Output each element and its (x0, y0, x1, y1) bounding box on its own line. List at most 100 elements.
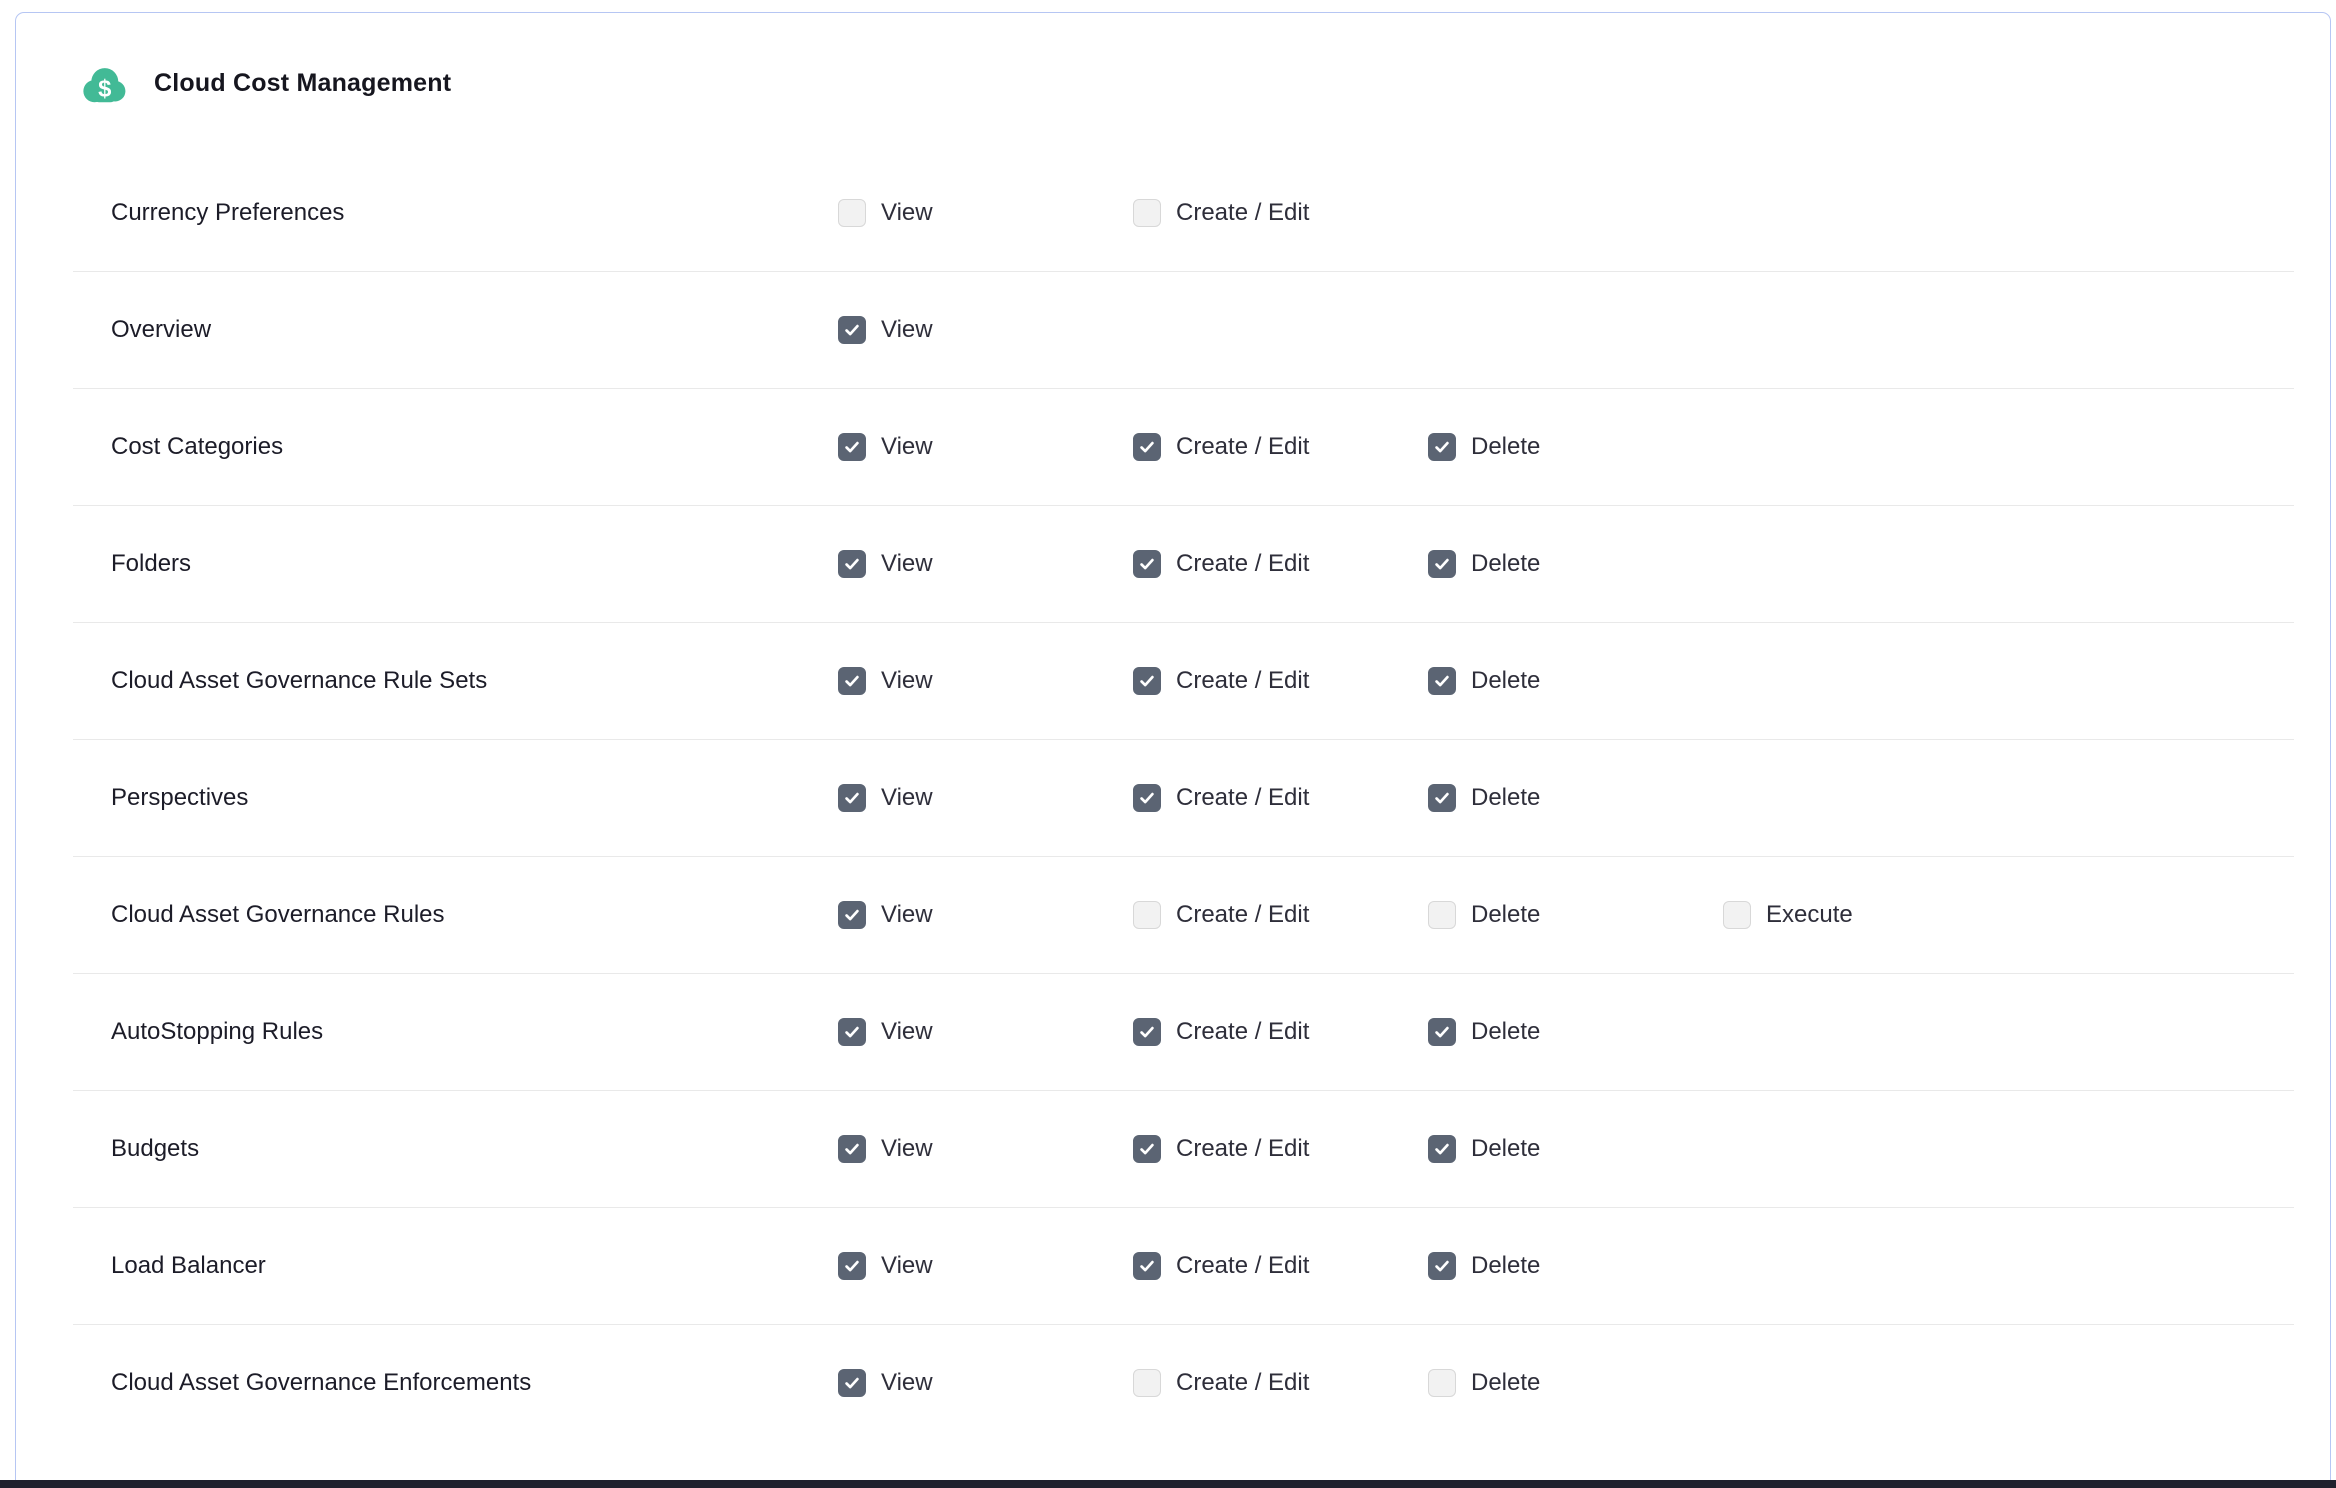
view-checkbox[interactable] (838, 550, 866, 578)
permission-row: AutoStopping Rules View Create / Edit Delet… (73, 973, 2294, 1090)
permission-row: Folders View Create / Edit Delete (73, 505, 2294, 622)
create-edit-checkbox[interactable] (1133, 1252, 1161, 1280)
delete-checkbox[interactable] (1428, 433, 1456, 461)
view-checkbox[interactable] (838, 316, 866, 344)
view-checkbox[interactable] (838, 1135, 866, 1163)
view-checkbox[interactable] (838, 199, 866, 227)
delete-checkbox[interactable] (1428, 550, 1456, 578)
permission-cell: View (838, 1252, 1133, 1280)
permission-label: Delete (1471, 1252, 1540, 1280)
permission-label: View (881, 550, 933, 578)
permission-row: Cloud Asset Governance RulesViewCreate /… (73, 856, 2294, 973)
permissions-list: Currency PreferencesViewCreate / EditOve… (73, 154, 2294, 1441)
permission-cell: View (838, 1135, 1133, 1163)
permission-cell: View (838, 433, 1133, 461)
permission-label: Create / Edit (1176, 1252, 1309, 1280)
resource-label: AutoStopping Rules (73, 1018, 838, 1046)
view-checkbox[interactable] (838, 1252, 866, 1280)
permission-row: Overview View (73, 271, 2294, 388)
permission-label: View (881, 1135, 933, 1163)
permission-row: Budgets View Create / Edit Delete (73, 1090, 2294, 1207)
resource-label: Cloud Asset Governance Rule Sets (73, 667, 838, 695)
resource-label: Cloud Asset Governance Enforcements (73, 1369, 838, 1397)
resource-label: Folders (73, 550, 838, 578)
permission-label: Delete (1471, 433, 1540, 461)
resource-label: Overview (73, 316, 838, 344)
view-checkbox[interactable] (838, 1018, 866, 1046)
panel-title: Cloud Cost Management (154, 69, 451, 98)
create-edit-checkbox[interactable] (1133, 199, 1161, 227)
dollar-glyph: $ (98, 75, 111, 102)
permission-label: View (881, 901, 933, 929)
cloud-cost-management-permissions-panel: $ Cloud Cost Management Currency Prefere… (15, 12, 2331, 1488)
create-edit-checkbox[interactable] (1133, 784, 1161, 812)
permission-label: View (881, 199, 933, 227)
create-edit-checkbox[interactable] (1133, 550, 1161, 578)
delete-checkbox[interactable] (1428, 901, 1456, 929)
screen: $ Cloud Cost Management Currency Prefere… (0, 0, 2336, 1488)
permission-cell: Delete (1428, 901, 1723, 929)
delete-checkbox[interactable] (1428, 1135, 1456, 1163)
permission-label: Create / Edit (1176, 433, 1309, 461)
bottom-edge-bar (0, 1480, 2336, 1488)
permission-row: Cloud Asset Governance EnforcementsViewC… (73, 1324, 2294, 1441)
create-edit-checkbox[interactable] (1133, 667, 1161, 695)
permission-cell: Create / Edit (1133, 1252, 1428, 1280)
view-checkbox[interactable] (838, 784, 866, 812)
permission-label: Delete (1471, 667, 1540, 695)
permission-row: Currency PreferencesViewCreate / Edit (73, 154, 2294, 271)
permission-label: Create / Edit (1176, 550, 1309, 578)
delete-checkbox[interactable] (1428, 667, 1456, 695)
permission-cell: Create / Edit (1133, 784, 1428, 812)
permission-label: View (881, 1252, 933, 1280)
view-checkbox[interactable] (838, 433, 866, 461)
cloud-dollar-icon: $ (78, 61, 130, 107)
view-checkbox[interactable] (838, 1369, 866, 1397)
permission-cell: View (838, 667, 1133, 695)
create-edit-checkbox[interactable] (1133, 1135, 1161, 1163)
permission-cell: Delete (1428, 1369, 1723, 1397)
permission-label: Delete (1471, 1018, 1540, 1046)
execute-checkbox[interactable] (1723, 901, 1751, 929)
view-checkbox[interactable] (838, 667, 866, 695)
permission-cell: Create / Edit (1133, 667, 1428, 695)
create-edit-checkbox[interactable] (1133, 901, 1161, 929)
create-edit-checkbox[interactable] (1133, 1018, 1161, 1046)
permission-label: Create / Edit (1176, 1369, 1309, 1397)
permission-cell: Delete (1428, 550, 1723, 578)
permission-cell: View (838, 1018, 1133, 1046)
delete-checkbox[interactable] (1428, 1369, 1456, 1397)
permission-cell: Delete (1428, 433, 1723, 461)
permission-label: Delete (1471, 550, 1540, 578)
delete-checkbox[interactable] (1428, 1252, 1456, 1280)
permission-label: Delete (1471, 901, 1540, 929)
permission-label: View (881, 667, 933, 695)
permission-cell: Create / Edit (1133, 550, 1428, 578)
permission-label: Create / Edit (1176, 199, 1309, 227)
permission-label: Delete (1471, 1369, 1540, 1397)
permission-cell: Execute (1723, 901, 2294, 929)
permission-cell: Delete (1428, 1252, 1723, 1280)
permission-cell: Create / Edit (1133, 1369, 1428, 1397)
permission-label: View (881, 784, 933, 812)
delete-checkbox[interactable] (1428, 784, 1456, 812)
view-checkbox[interactable] (838, 901, 866, 929)
permission-label: Execute (1766, 901, 1853, 929)
permission-label: View (881, 1018, 933, 1046)
permission-cell: Create / Edit (1133, 1135, 1428, 1163)
permission-cell: View (838, 784, 1133, 812)
create-edit-checkbox[interactable] (1133, 433, 1161, 461)
permission-row: Load BalancerViewCreate / EditDelete (73, 1207, 2294, 1324)
resource-label: Perspectives (73, 784, 838, 812)
permission-label: Delete (1471, 1135, 1540, 1163)
permission-label: Delete (1471, 784, 1540, 812)
delete-checkbox[interactable] (1428, 1018, 1456, 1046)
resource-label: Budgets (73, 1135, 838, 1163)
permission-label: Create / Edit (1176, 1018, 1309, 1046)
create-edit-checkbox[interactable] (1133, 1369, 1161, 1397)
permission-label: View (881, 433, 933, 461)
permission-cell: View (838, 316, 1133, 344)
permission-cell: Create / Edit (1133, 433, 1428, 461)
permission-label: View (881, 316, 933, 344)
permission-row: Perspectives View Create / Edit Delete (73, 739, 2294, 856)
